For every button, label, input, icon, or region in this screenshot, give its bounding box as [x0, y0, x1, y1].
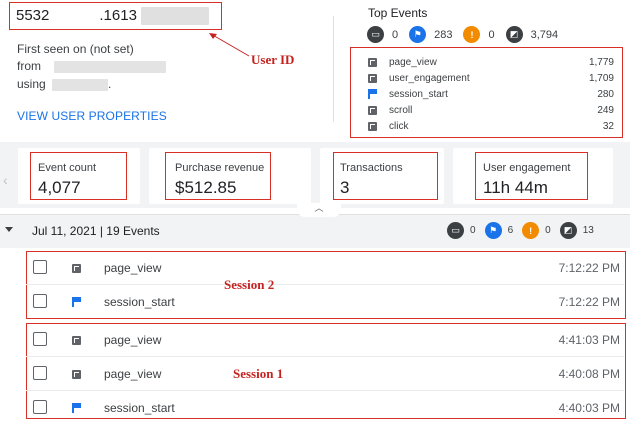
- user-id: 5532 .1613: [16, 7, 209, 26]
- top-event-count: 32: [602, 120, 614, 132]
- metric-label: Purchase revenue: [175, 162, 265, 174]
- metric-value: 3: [340, 178, 350, 197]
- page-icon: [72, 336, 81, 345]
- top-event-item[interactable]: scroll 249: [368, 102, 614, 118]
- summary-count: 0: [488, 28, 495, 41]
- day-count: 0: [470, 225, 476, 236]
- top-event-item[interactable]: user_engagement 1,709: [368, 70, 614, 86]
- top-event-count: 1,709: [588, 72, 614, 84]
- from-line: from: [17, 59, 167, 73]
- event-name: session_start: [104, 401, 175, 415]
- chevron-left-icon[interactable]: ‹: [3, 172, 8, 188]
- caret-down-icon[interactable]: [5, 227, 13, 232]
- from-label: from: [17, 59, 41, 73]
- row-checkbox[interactable]: [33, 366, 47, 380]
- metric-label: Transactions: [340, 162, 403, 174]
- view-user-properties-link[interactable]: VIEW USER PROPERTIES: [17, 109, 167, 123]
- warning-icon: !: [463, 26, 481, 43]
- metric-label: Event count: [38, 162, 97, 174]
- summary-count: 3,794: [530, 28, 559, 41]
- page-icon: ▭: [367, 26, 384, 43]
- top-event-name: user_engagement: [389, 72, 470, 84]
- top-event-name: session_start: [389, 88, 448, 100]
- top-event-count: 249: [597, 104, 614, 116]
- flag-icon: ⚑: [484, 222, 502, 239]
- top-event-count: 1,779: [588, 56, 614, 68]
- session-1-annotation: Session 1: [233, 366, 284, 381]
- row-checkbox[interactable]: [33, 260, 47, 274]
- using-trailing: .: [108, 77, 112, 91]
- top-events-title: Top Events: [368, 6, 428, 20]
- day-counts: ▭ 0 ⚑ 6 ! 0 ◩ 13: [447, 222, 594, 239]
- flag-icon: [72, 403, 81, 413]
- chevron-up-icon[interactable]: ︿: [297, 203, 341, 217]
- flag-icon: [368, 89, 377, 99]
- row-checkbox[interactable]: [33, 332, 47, 346]
- page-icon: [72, 370, 81, 379]
- top-event-count: 280: [597, 88, 614, 100]
- day-count: 0: [545, 225, 551, 236]
- summary-count: 0: [392, 28, 399, 41]
- row-checkbox[interactable]: [33, 400, 47, 414]
- page-icon: [368, 73, 377, 83]
- redacted-block: [54, 60, 167, 73]
- warning-icon: !: [522, 222, 540, 239]
- event-time: 4:40:08 PM: [558, 367, 620, 381]
- page-icon: [368, 57, 377, 67]
- page-icon: [368, 105, 377, 115]
- metric-label: User engagement: [483, 162, 571, 174]
- page-icon: ◩: [505, 26, 523, 43]
- summary-count: 283: [434, 28, 453, 41]
- event-time: 4:40:03 PM: [558, 401, 620, 415]
- event-name: page_view: [104, 367, 162, 381]
- redacted-block: [52, 78, 109, 91]
- redacted-block: [140, 7, 209, 26]
- page-icon: [368, 121, 377, 131]
- event-name: page_view: [104, 261, 162, 275]
- panel-divider: [333, 16, 334, 122]
- top-event-item[interactable]: session_start 280: [368, 86, 614, 102]
- user-id-suffix: .1613: [99, 7, 137, 24]
- event-name: session_start: [104, 295, 175, 309]
- flag-icon: ⚑: [409, 26, 427, 43]
- page-icon: ▭: [447, 222, 464, 239]
- top-event-item[interactable]: page_view 1,779: [368, 54, 614, 70]
- user-id-prefix: 5532: [16, 7, 50, 24]
- session-2-annotation: Session 2: [224, 277, 275, 292]
- day-label: Jul 11, 2021 | 19 Events: [32, 224, 160, 238]
- flag-icon: [72, 297, 81, 307]
- top-event-name: click: [389, 120, 409, 132]
- first-seen: First seen on (not set): [17, 42, 134, 56]
- event-time: 4:41:03 PM: [558, 333, 620, 347]
- using-label: using: [17, 77, 46, 91]
- row-checkbox[interactable]: [33, 294, 47, 308]
- metric-value: $512.85: [175, 178, 237, 197]
- day-count: 13: [582, 225, 594, 236]
- metric-value: 11h 44m: [483, 178, 548, 197]
- event-name: page_view: [104, 333, 162, 347]
- using-line: using .: [17, 77, 111, 91]
- top-events-summary: ▭ 0 ⚑ 283 ! 0 ◩ 3,794: [367, 26, 558, 43]
- top-event-name: page_view: [389, 56, 437, 68]
- event-time: 7:12:22 PM: [558, 295, 620, 309]
- metric-value: 4,077: [38, 178, 81, 197]
- top-event-name: scroll: [389, 104, 413, 116]
- page-icon: [72, 264, 81, 273]
- event-time: 7:12:22 PM: [558, 261, 620, 275]
- redacted-block: [49, 8, 100, 25]
- user-id-annotation: User ID: [251, 52, 295, 67]
- page-icon: ◩: [559, 222, 577, 239]
- top-event-item[interactable]: click 32: [368, 118, 614, 134]
- day-count: 6: [507, 225, 514, 236]
